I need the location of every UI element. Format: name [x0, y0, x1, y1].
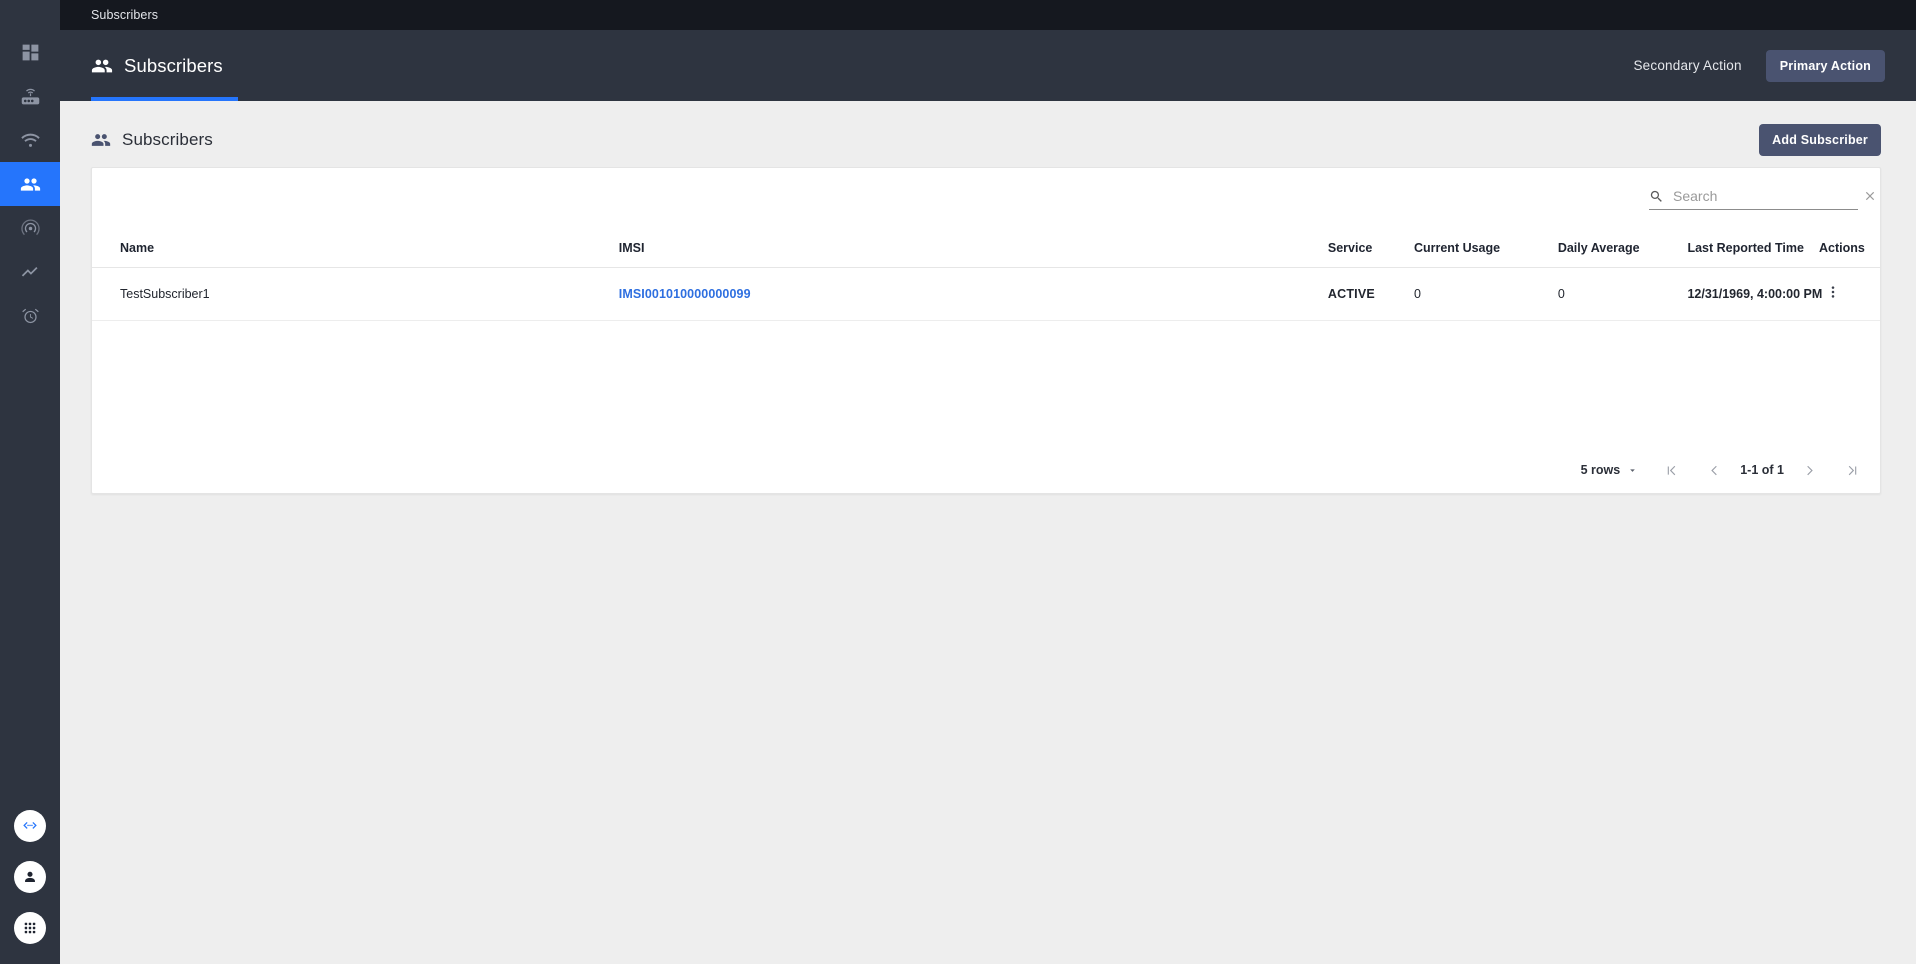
cell-service: ACTIVE	[1328, 268, 1414, 321]
table-toolbar	[92, 168, 1880, 230]
content-area: Subscribers Add Subscriber	[60, 101, 1916, 964]
column-header-actions: Actions	[1809, 230, 1880, 268]
card-title: Subscribers	[122, 130, 213, 150]
api-code-icon	[21, 817, 39, 835]
column-header-last-reported-time[interactable]: Last Reported Time	[1687, 230, 1809, 268]
subscribers-table: Name IMSI Service Current Usage Daily Av…	[92, 230, 1880, 321]
cell-daily-average: 0	[1558, 268, 1688, 321]
trending-up-icon	[20, 262, 41, 283]
app-root: Subscribers Subscribers Secondary Action…	[0, 0, 1916, 964]
next-page-button[interactable]	[1794, 459, 1825, 482]
breadcrumb-bar: Subscribers	[60, 0, 1916, 30]
cell-current-usage: 0	[1414, 268, 1558, 321]
apps-grid-icon	[21, 919, 39, 937]
chevron-left-icon	[1707, 463, 1722, 478]
subscribers-card: Name IMSI Service Current Usage Daily Av…	[91, 167, 1881, 494]
rows-per-page-select[interactable]: 5 rows	[1575, 459, 1645, 481]
cell-actions	[1809, 268, 1880, 321]
table-pagination: 5 rows	[92, 447, 1880, 493]
account-circle-icon	[21, 868, 39, 886]
rows-per-page-label: 5 rows	[1581, 463, 1621, 477]
last-page-button[interactable]	[1837, 459, 1868, 482]
main-column: Subscribers Subscribers Secondary Action…	[60, 0, 1916, 964]
chevron-down-icon	[1627, 465, 1638, 476]
wifi-icon	[20, 130, 41, 151]
page-header-actions: Secondary Action Primary Action	[1627, 50, 1885, 82]
sidebar-item-alerts[interactable]	[0, 294, 60, 338]
kebab-menu-icon[interactable]	[1819, 282, 1847, 302]
left-sidebar	[0, 0, 60, 964]
people-icon	[91, 130, 111, 150]
page-header-left: Subscribers	[91, 30, 223, 101]
card-header-row: Subscribers Add Subscriber	[91, 123, 1881, 157]
cell-last-reported-time: 12/31/1969, 4:00:00 PM	[1687, 268, 1809, 321]
sidebar-item-metrics[interactable]	[0, 250, 60, 294]
previous-page-button[interactable]	[1699, 459, 1730, 482]
sidebar-apps-button[interactable]	[14, 912, 46, 944]
chevron-right-icon	[1802, 463, 1817, 478]
table-header-row: Name IMSI Service Current Usage Daily Av…	[92, 230, 1880, 268]
router-icon	[20, 86, 41, 107]
page-range-label: 1-1 of 1	[1730, 463, 1794, 477]
search-icon	[1649, 189, 1664, 204]
search-field[interactable]	[1649, 188, 1858, 210]
card-title-group: Subscribers	[91, 130, 213, 150]
page-tab-subscribers[interactable]: Subscribers	[91, 55, 223, 77]
table-head: Name IMSI Service Current Usage Daily Av…	[92, 230, 1880, 268]
sidebar-item-dashboard[interactable]	[0, 30, 60, 74]
sidebar-nav-list	[0, 0, 60, 338]
alarm-clock-icon	[20, 306, 41, 327]
people-icon	[91, 55, 113, 77]
sidebar-item-cell-sites[interactable]	[0, 206, 60, 250]
table-body: TestSubscriber1 IMSI001010000000099 ACTI…	[92, 268, 1880, 321]
column-header-service[interactable]: Service	[1328, 230, 1414, 268]
radio-tower-icon	[20, 218, 41, 239]
table-empty-space	[92, 321, 1880, 447]
sidebar-item-subscribers[interactable]	[0, 162, 60, 206]
sidebar-item-network[interactable]	[0, 118, 60, 162]
cell-imsi: IMSI001010000000099	[619, 268, 1328, 321]
sidebar-api-button[interactable]	[14, 810, 46, 842]
search-input[interactable]	[1673, 188, 1854, 204]
column-header-current-usage[interactable]: Current Usage	[1414, 230, 1558, 268]
first-page-button[interactable]	[1656, 459, 1687, 482]
column-header-name[interactable]: Name	[92, 230, 619, 268]
add-subscriber-button[interactable]: Add Subscriber	[1759, 124, 1881, 156]
cell-name: TestSubscriber1	[92, 268, 619, 321]
sidebar-bottom-actions	[0, 810, 60, 944]
page-header: Subscribers Secondary Action Primary Act…	[60, 30, 1916, 101]
imsi-link[interactable]: IMSI001010000000099	[619, 287, 751, 301]
first-page-icon	[1664, 463, 1679, 478]
people-icon	[20, 174, 41, 195]
last-page-icon	[1845, 463, 1860, 478]
dashboard-grid-icon	[20, 42, 41, 63]
column-header-imsi[interactable]: IMSI	[619, 230, 1328, 268]
breadcrumb[interactable]: Subscribers	[91, 8, 158, 22]
page-title: Subscribers	[124, 55, 223, 77]
secondary-action-button[interactable]: Secondary Action	[1627, 50, 1747, 81]
sidebar-item-equipment[interactable]	[0, 74, 60, 118]
table-row[interactable]: TestSubscriber1 IMSI001010000000099 ACTI…	[92, 268, 1880, 321]
column-header-daily-average[interactable]: Daily Average	[1558, 230, 1688, 268]
close-icon[interactable]	[1863, 189, 1877, 203]
sidebar-account-button[interactable]	[14, 861, 46, 893]
primary-action-button[interactable]: Primary Action	[1766, 50, 1885, 82]
